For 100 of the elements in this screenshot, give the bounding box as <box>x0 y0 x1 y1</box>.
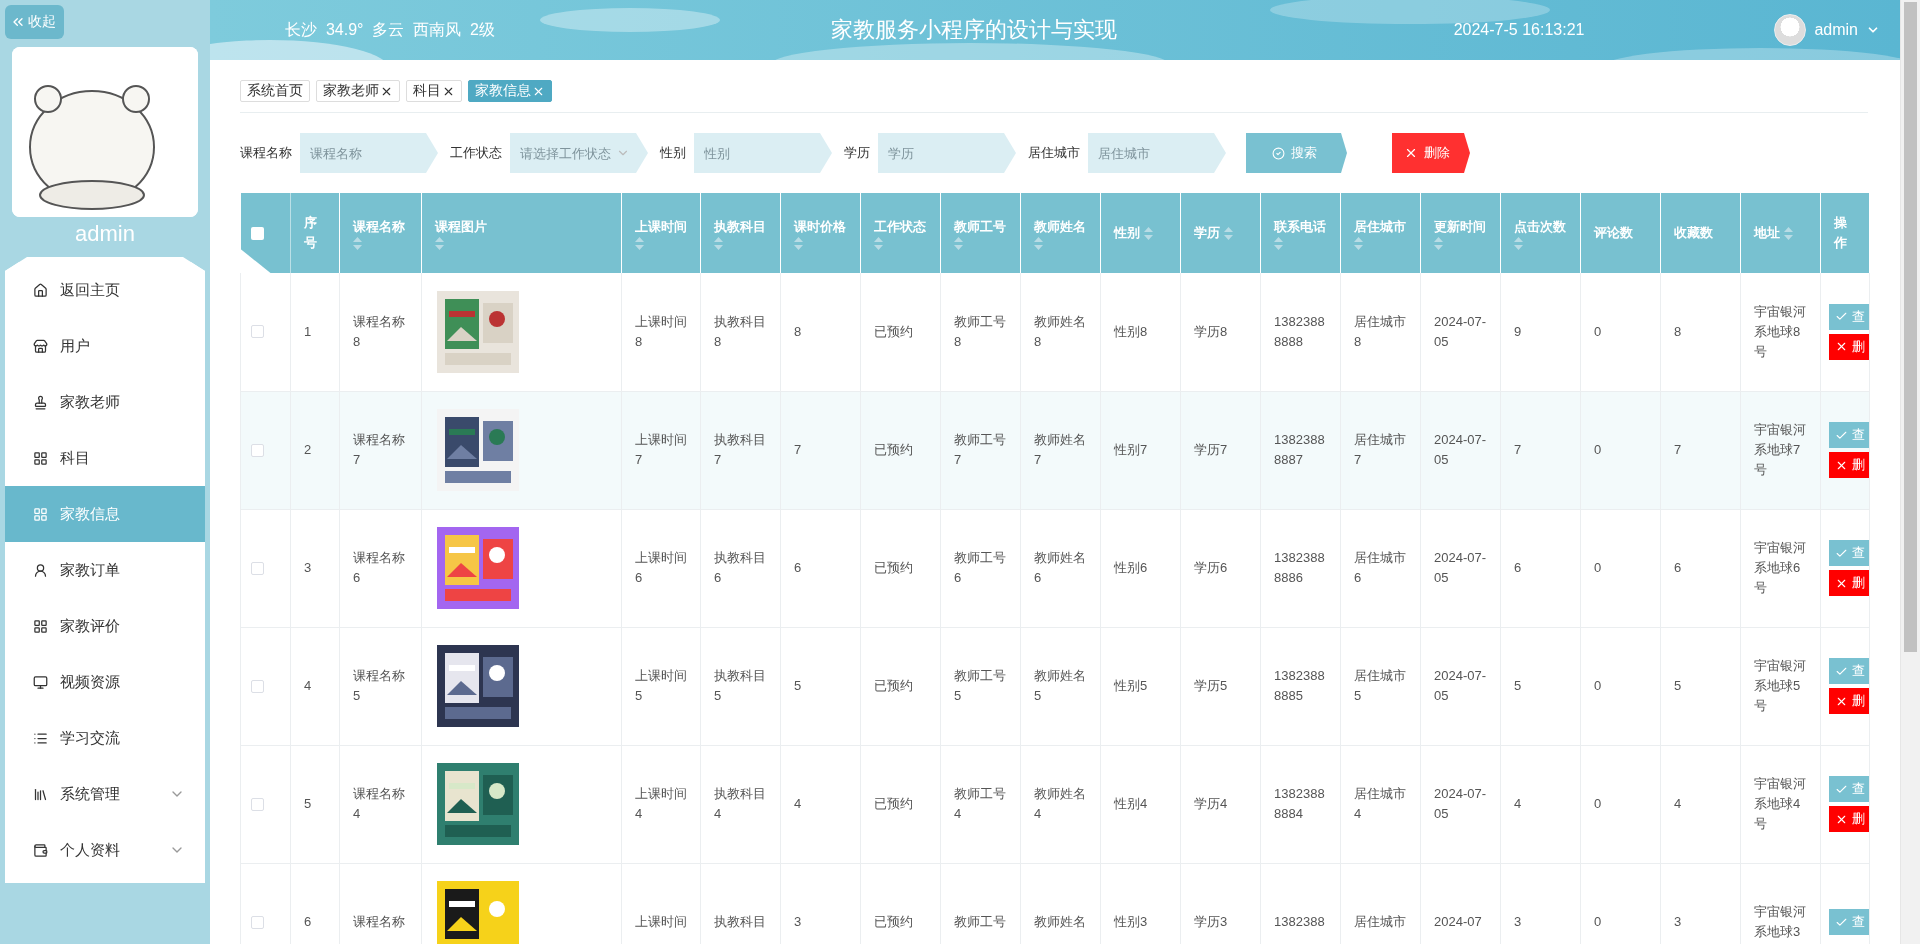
column-header[interactable]: 课程名称 <box>339 193 422 273</box>
column-header[interactable]: 课时价格 <box>780 193 861 273</box>
checkbox[interactable] <box>251 325 264 339</box>
scrollbar-thumb[interactable] <box>1904 2 1917 652</box>
sort-icon[interactable] <box>794 236 803 250</box>
column-header[interactable]: 学历 <box>1180 193 1261 273</box>
table-cell: 2 <box>290 391 340 509</box>
column-header[interactable]: 性别 <box>1100 193 1181 273</box>
checkbox[interactable] <box>251 443 264 457</box>
table-cell: 13823888884 <box>1260 745 1341 863</box>
column-header[interactable]: 上课时间 <box>621 193 701 273</box>
search-button[interactable]: 搜索 <box>1246 133 1347 173</box>
table-cell: 13823888885 <box>1260 627 1341 745</box>
delete-button[interactable]: 删 <box>1829 806 1869 832</box>
table-row[interactable]: 4 课程名称5 上课时间5 执教科目5 5 已预约 教师工号5 教师姓名5 性别5 学历5 13823888885 居住城市5 2024-07-05 5 0 5 宇宙银河系地球5号 查 删 <box>240 627 1870 745</box>
sort-icon[interactable] <box>1224 227 1233 241</box>
sort-icon[interactable] <box>435 236 444 250</box>
sort-icon[interactable] <box>1784 227 1793 241</box>
sort-icon[interactable] <box>714 236 723 250</box>
delete-button[interactable]: 删 <box>1829 333 1869 360</box>
column-header[interactable]: 点击次数 <box>1500 193 1581 273</box>
table-cell: 课程名称8 <box>339 273 422 391</box>
table-cell: 学历4 <box>1180 745 1261 863</box>
table-cell: 13823888887 <box>1260 391 1341 509</box>
sort-icon[interactable] <box>874 236 883 250</box>
sort-icon[interactable] <box>1434 236 1443 250</box>
table-cell: 执教科目8 <box>700 273 781 391</box>
table-cell: 课程名称4 <box>339 745 422 863</box>
column-header[interactable]: 居住城市 <box>1340 193 1421 273</box>
table-cell: 已预约 <box>860 745 941 863</box>
column-header[interactable]: 联系电话 <box>1260 193 1341 273</box>
table-cell: 8 <box>1660 273 1741 391</box>
column-header[interactable]: 地址 <box>1740 193 1821 273</box>
input-field[interactable]: 学历 <box>878 133 1016 173</box>
table-cell: 性别6 <box>1100 509 1181 627</box>
table-row[interactable]: 6 课程名称 上课时间 执教科目 3 已预约 教师工号 教师姓名 性别3 学历3 1382388 居住城市 2024-07 3 0 3 宇宙银河系地球3 查 <box>240 863 1870 944</box>
sort-icon[interactable] <box>1514 236 1523 250</box>
table-cell: 居住城市5 <box>1340 627 1421 745</box>
checkbox[interactable] <box>250 226 264 240</box>
sort-icon[interactable] <box>1144 227 1153 241</box>
grid-icon <box>33 618 48 634</box>
input-field[interactable]: 性别 <box>694 133 832 173</box>
column-header: 操作 <box>1820 193 1870 273</box>
table-row[interactable]: 5 课程名称4 上课时间4 执教科目4 4 已预约 教师工号4 教师姓名4 性别4 学历4 13823888884 居住城市4 2024-07-05 4 0 4 宇宙银河系地球4号 查 删 <box>240 745 1870 863</box>
sort-icon[interactable] <box>1034 236 1043 250</box>
view-button[interactable]: 查 <box>1829 422 1869 448</box>
tab[interactable]: 家教老师 <box>316 80 400 102</box>
view-button[interactable]: 查 <box>1829 776 1869 802</box>
sort-icon[interactable] <box>635 236 644 250</box>
sort-icon[interactable] <box>353 236 362 250</box>
column-header[interactable]: 更新时间 <box>1420 193 1501 273</box>
tab[interactable]: 科目 <box>406 80 462 102</box>
table-row[interactable]: 2 课程名称7 上课时间7 执教科目7 7 已预约 教师工号7 教师姓名7 性别7 学历7 13823888887 居住城市7 2024-07-05 7 0 7 宇宙银河系地球7号 查 删 <box>240 391 1870 509</box>
sort-icon[interactable] <box>1354 236 1363 250</box>
user-name[interactable]: admin <box>1814 21 1858 39</box>
table-row[interactable]: 3 课程名称6 上课时间6 执教科目6 6 已预约 教师工号6 教师姓名6 性别6 学历6 13823888886 居住城市6 2024-07-05 6 0 6 宇宙银河系地球6号 查 删 <box>240 509 1870 627</box>
view-button[interactable]: 查 <box>1829 658 1869 684</box>
table-cell: 7 <box>1500 391 1581 509</box>
input-field[interactable]: 居住城市 <box>1088 133 1226 173</box>
collapse-button[interactable]: 收起 <box>5 5 64 39</box>
grid-icon <box>33 450 48 466</box>
view-button[interactable]: 查 <box>1829 303 1869 330</box>
avatar[interactable] <box>1774 14 1807 46</box>
checkbox[interactable] <box>251 915 264 929</box>
tab[interactable]: 家教信息 <box>468 80 552 102</box>
table-cell: 性别7 <box>1100 391 1181 509</box>
checkbox[interactable] <box>251 679 264 693</box>
view-button[interactable]: 查 <box>1829 540 1869 566</box>
table-cell: 执教科目5 <box>700 627 781 745</box>
select-field[interactable]: 请选择工作状态 <box>510 133 648 173</box>
delete-button[interactable]: 删 <box>1829 452 1869 478</box>
close-icon <box>1404 146 1418 160</box>
list-icon <box>33 730 48 746</box>
filter-label: 性别 <box>660 144 686 162</box>
table-cell: 4 <box>290 627 340 745</box>
table-cell: 6 <box>780 509 861 627</box>
checkbox[interactable] <box>251 561 264 575</box>
table-row[interactable]: 1 课程名称8 上课时间8 执教科目8 8 已预约 教师工号8 教师姓名8 性别8 学历8 13823888888 居住城市8 2024-07-05 9 0 8 宇宙银河系地球8号 查 删 <box>240 273 1870 391</box>
table-cell: 学历7 <box>1180 391 1261 509</box>
delete-button[interactable]: 删 <box>1829 688 1869 714</box>
weather-text: 长沙 34.9° 多云 西南风 2级 <box>285 19 495 40</box>
table-cell: 2024-07-05 <box>1420 273 1501 391</box>
table-cell: 已预约 <box>860 509 941 627</box>
column-header[interactable]: 执教科目 <box>700 193 781 273</box>
table-cell: 执教科目7 <box>700 391 781 509</box>
column-header[interactable]: 教师姓名 <box>1020 193 1101 273</box>
sort-icon[interactable] <box>954 236 963 250</box>
view-button[interactable]: 查 <box>1829 909 1869 935</box>
scrollbar[interactable] <box>1900 0 1920 944</box>
tab[interactable]: 系统首页 <box>240 80 310 102</box>
column-header[interactable]: 教师工号 <box>940 193 1021 273</box>
column-header[interactable]: 工作状态 <box>860 193 941 273</box>
person-icon <box>33 562 48 578</box>
input-field[interactable]: 课程名称 <box>300 133 438 173</box>
delete-button[interactable]: 删除 <box>1392 133 1470 173</box>
delete-button[interactable]: 删 <box>1829 570 1869 596</box>
sidebar-item[interactable]: 家教信息 <box>5 486 205 542</box>
sort-icon[interactable] <box>1274 236 1283 250</box>
column-header[interactable]: 课程图片 <box>421 193 622 273</box>
checkbox[interactable] <box>251 797 264 811</box>
